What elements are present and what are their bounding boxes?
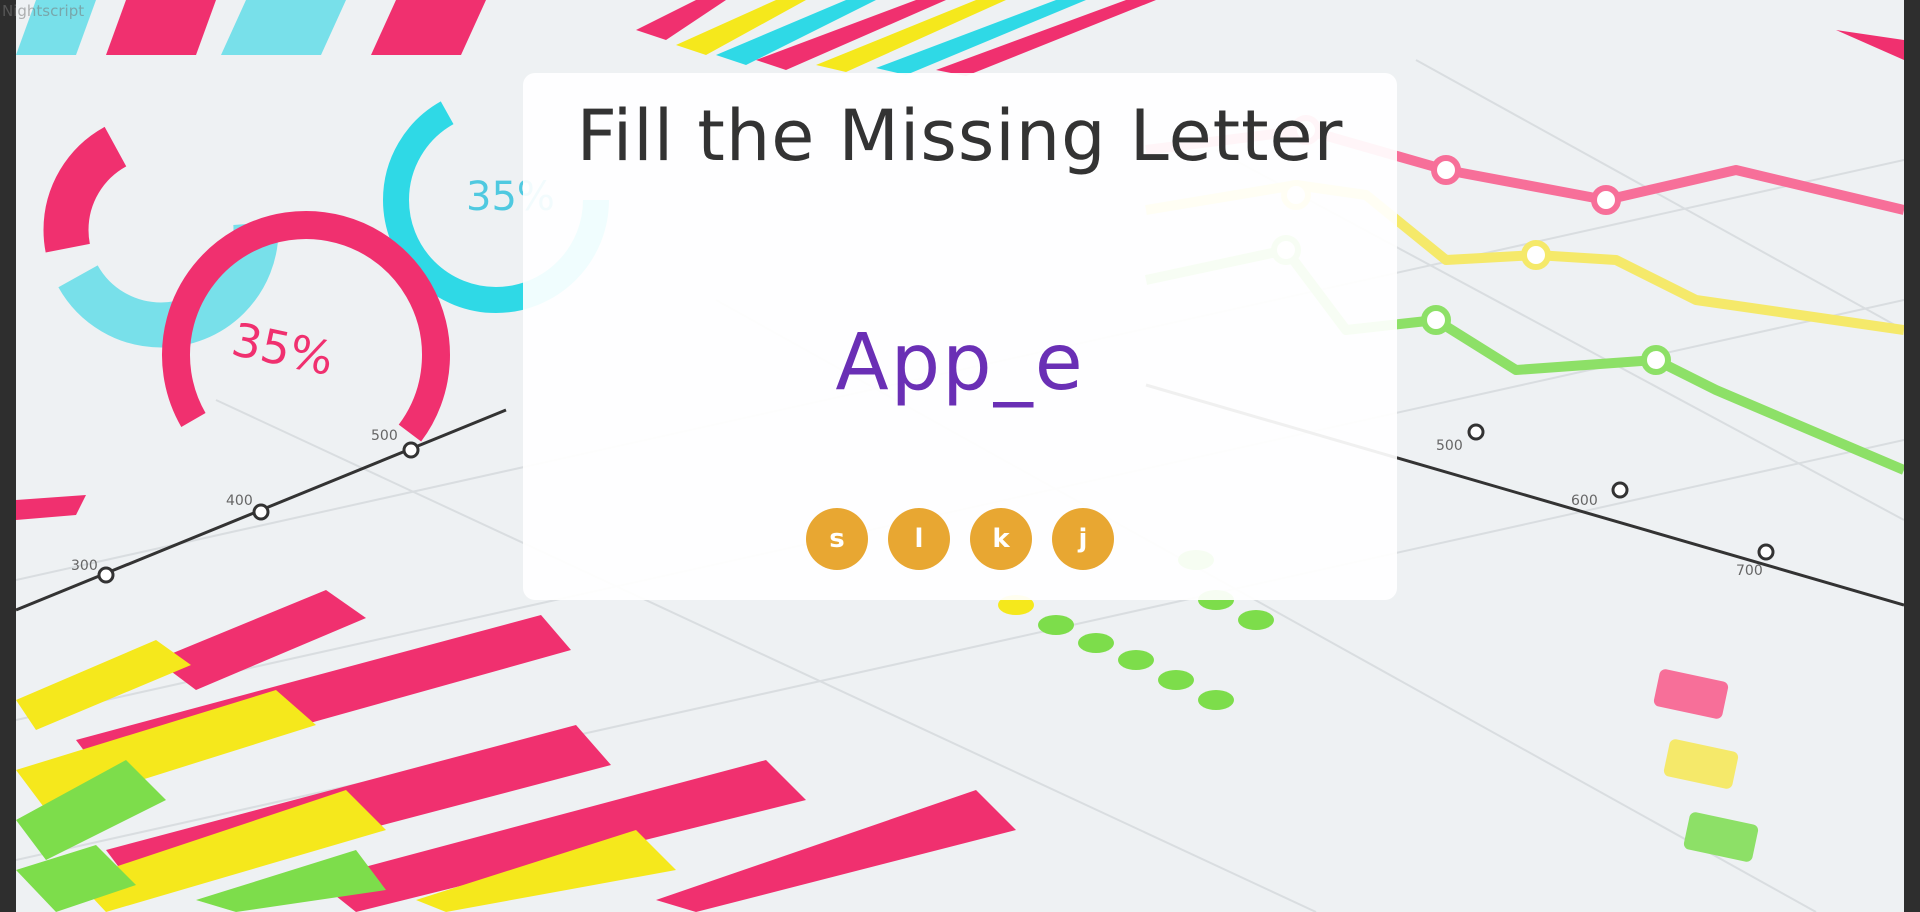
top-stripes	[16, 0, 486, 55]
axis-tick-r-600: 600	[1571, 493, 1598, 509]
axis-tick-300: 300	[71, 558, 98, 574]
axis-tick-500: 500	[371, 428, 398, 444]
pink-donut-percent: 35%	[227, 312, 338, 386]
ghost-tab-label: Nightscript	[2, 2, 85, 20]
puzzle-word: App_e	[835, 318, 1085, 408]
donut-chart-cyan-pink	[43, 112, 279, 348]
top-bar-chart	[636, 0, 1156, 76]
axis-tick-r-700: 700	[1736, 563, 1763, 579]
letter-option-k[interactable]: k	[970, 508, 1032, 570]
game-stage: 35% 35% 300 400 500 500 600 700 Nightscr…	[0, 0, 1920, 912]
letter-option-j[interactable]: j	[1052, 508, 1114, 570]
right-frame-edge	[1904, 0, 1920, 912]
letter-options: s l k j	[523, 508, 1397, 570]
legend-markers	[1653, 669, 1759, 862]
axis-tick-400: 400	[226, 493, 253, 509]
corner-accent	[1836, 30, 1904, 60]
letter-option-l[interactable]: l	[888, 508, 950, 570]
axis-left: 300 400 500	[16, 408, 507, 612]
axis-tick-r-500: 500	[1436, 438, 1463, 454]
donut-chart-pink: 35%	[162, 211, 450, 499]
letter-option-s[interactable]: s	[806, 508, 868, 570]
game-title: Fill the Missing Letter	[576, 95, 1344, 177]
game-card: Fill the Missing Letter App_e s l k j	[523, 73, 1397, 600]
left-frame-edge	[0, 0, 16, 912]
